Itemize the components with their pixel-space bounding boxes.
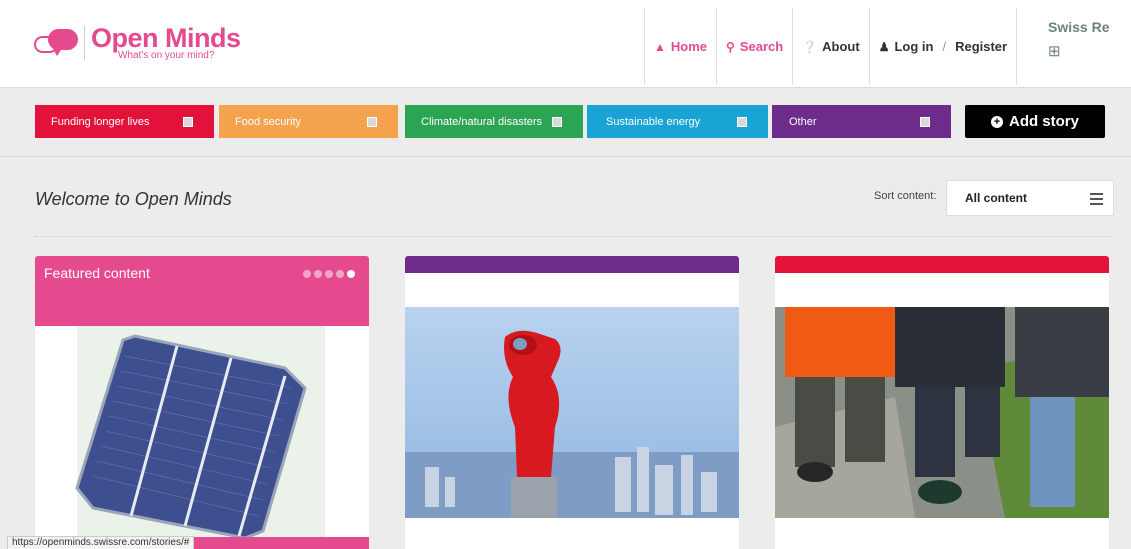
sort-value: All content [965,191,1027,205]
nav-search[interactable]: ⚲ Search [716,8,792,85]
add-story-button[interactable]: + Add story [965,105,1105,138]
category-checkbox[interactable] [920,117,930,127]
carousel-dot-active[interactable] [347,270,355,278]
swiss-re-logo-icon: ⊞ [1048,43,1061,60]
nav-search-label: Search [739,39,784,54]
carousel-dot[interactable] [325,270,333,278]
hamburger-menu-icon [1090,193,1103,208]
logo-title: Open Minds [91,23,241,53]
add-story-label: Add story [1008,113,1079,130]
sort-label: Sort content: [874,190,937,202]
home-icon: ▲ [654,39,666,54]
logo-text: Open Minds What's on your mind? [91,24,241,61]
card-header [775,273,1109,307]
search-icon: ⚲ [726,39,735,54]
story-card[interactable] [775,256,1109,549]
card-header [405,273,739,307]
category-sustainable-energy[interactable]: Sustainable energy [587,105,768,138]
plus-circle-icon: + [990,115,1003,128]
category-label: Sustainable energy [606,115,701,128]
speech-bubbles-icon [34,24,84,64]
featured-card[interactable]: Featured content [35,256,369,549]
nav-home-label: Home [670,39,708,54]
nav-about-label: About [822,39,860,54]
category-label: Funding longer lives [51,115,150,128]
story-card[interactable] [405,256,739,549]
page-title: Welcome to Open Minds [35,189,232,209]
walking-kids-image[interactable] [775,307,1109,518]
nav-about[interactable]: ❔ About [792,8,869,85]
carousel-dots [303,270,355,278]
category-filter-bar: Funding longer lives Food security Clima… [0,89,1131,157]
sort-dropdown[interactable]: All content [946,180,1114,216]
category-label: Food security [235,115,302,128]
category-bar-funding [775,256,1109,273]
category-label: Other [789,115,817,128]
category-food-security[interactable]: Food security [219,105,398,138]
solar-panel-image[interactable] [35,326,369,537]
content-divider [35,236,1111,237]
category-checkbox[interactable] [552,117,562,127]
site-header: Open Minds What's on your mind? ▲ Home ⚲… [0,0,1131,88]
nav-account: ♟ Log in / Register [868,8,1018,85]
featured-title: Featured content [44,265,150,281]
category-climate-natural-disasters[interactable]: Climate/natural disasters [405,105,583,138]
question-circle-icon: ❔ [802,39,818,54]
category-checkbox[interactable] [367,117,377,127]
browser-status-url: https://openminds.swissre.com/stories/# [7,536,195,549]
nav-home[interactable]: ▲ Home [644,8,716,85]
category-bar-other [405,256,739,273]
category-checkbox[interactable] [737,117,747,127]
category-checkbox[interactable] [183,117,193,127]
carousel-dot[interactable] [314,270,322,278]
category-other[interactable]: Other [772,105,951,138]
site-logo[interactable]: Open Minds What's on your mind? [34,24,241,64]
brand-name[interactable]: Swiss Re [1048,19,1109,35]
featured-header: Featured content [35,256,369,326]
carousel-dot[interactable] [336,270,344,278]
main-nav: ▲ Home ⚲ Search ❔ About ♟ Log in / Regis… [644,8,1018,85]
user-icon: ♟ [878,39,890,54]
binocular-viewer-image[interactable] [405,307,739,518]
nav-separator: / [942,39,947,54]
logo-divider [84,26,85,60]
carousel-dot[interactable] [303,270,311,278]
login-link[interactable]: Log in [894,39,933,54]
category-funding-longer-lives[interactable]: Funding longer lives [35,105,214,138]
category-label: Climate/natural disasters [421,115,543,128]
register-link[interactable]: Register [955,39,1007,54]
logo-subtitle: What's on your mind? [118,50,215,61]
